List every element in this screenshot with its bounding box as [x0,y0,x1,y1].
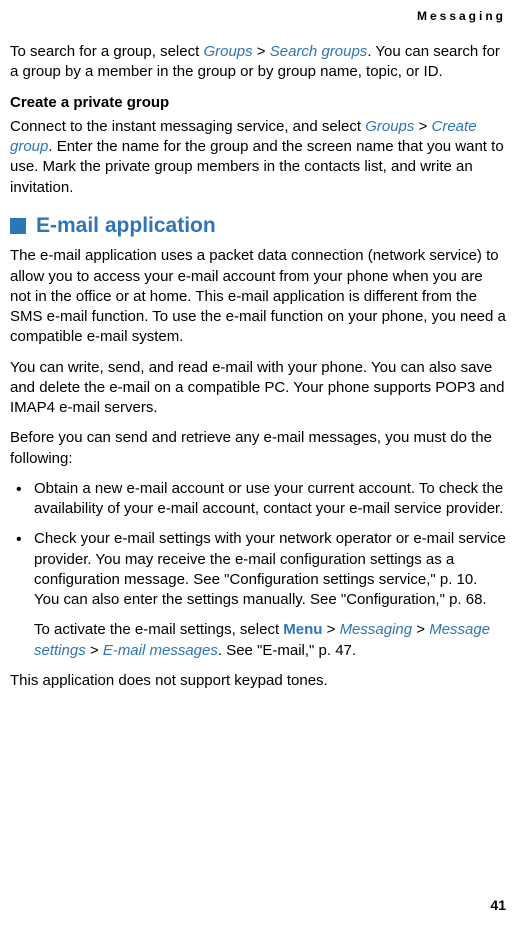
text: > [253,43,270,60]
paragraph-search-group: To search for a group, select Groups > S… [10,42,506,83]
square-bullet-icon [10,218,26,234]
paragraph-email-intro: The e-mail application uses a packet dat… [10,246,506,347]
text: > [86,642,103,659]
heading-create-private-group: Create a private group [10,93,506,113]
text: > [414,118,431,135]
link-groups[interactable]: Groups [203,43,252,60]
paragraph-email-capabilities: You can write, send, and read e-mail wit… [10,358,506,419]
link-search-groups[interactable]: Search groups [270,43,368,60]
page-header: Messaging [10,8,506,24]
section-title: E-mail application [36,212,216,240]
paragraph-prerequisites: Before you can send and retrieve any e-m… [10,428,506,469]
link-groups-2[interactable]: Groups [365,118,414,135]
link-menu[interactable]: Menu [283,621,322,638]
text: > [412,621,429,638]
paragraph-activate-settings: To activate the e-mail settings, select … [10,620,506,661]
page-number: 41 [490,896,506,915]
paragraph-create-group: Connect to the instant messaging service… [10,117,506,198]
list-item: Obtain a new e-mail account or use your … [10,479,506,520]
text: To search for a group, select [10,43,203,60]
bullet-list: Obtain a new e-mail account or use your … [10,479,506,611]
link-messaging[interactable]: Messaging [340,621,413,638]
section-heading-email: E-mail application [10,212,506,240]
text: To activate the e-mail settings, select [34,621,283,638]
text: . Enter the name for the group and the s… [10,138,504,196]
text: > [322,621,339,638]
paragraph-keypad-tones: This application does not support keypad… [10,671,506,691]
text: . See "E-mail," p. 47. [218,642,356,659]
text: Connect to the instant messaging service… [10,118,365,135]
list-item: Check your e-mail settings with your net… [10,529,506,610]
link-email-messages[interactable]: E-mail messages [103,642,218,659]
